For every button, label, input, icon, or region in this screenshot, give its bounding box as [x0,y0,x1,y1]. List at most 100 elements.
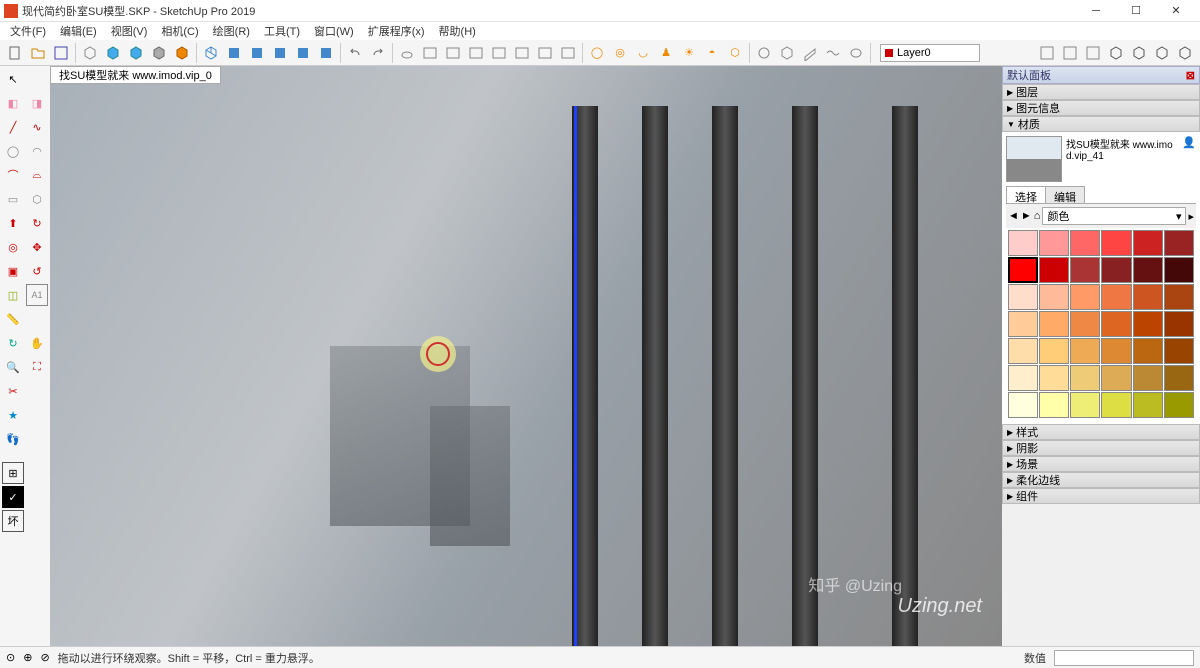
nav-fwd-icon[interactable]: ► [1021,210,1032,222]
color-swatch[interactable] [1101,338,1131,364]
open-icon[interactable] [27,42,49,64]
check-icon[interactable]: ✓ [2,486,24,508]
eraser2-tool-icon[interactable]: ◨ [26,92,48,114]
arc-icon[interactable]: ◡ [632,42,654,64]
color-swatch[interactable] [1101,284,1131,310]
pan-tool-icon[interactable]: ✋ [26,332,48,354]
blob-icon[interactable] [845,42,867,64]
left-icon[interactable] [315,42,337,64]
right-icon[interactable] [269,42,291,64]
color-swatch[interactable] [1133,311,1163,337]
ext5-icon[interactable] [1128,42,1150,64]
text-tool-icon[interactable]: A1 [26,284,48,306]
cube1-icon[interactable] [79,42,101,64]
material-menu-icon[interactable]: 👤 [1182,136,1196,149]
render7-icon[interactable] [557,42,579,64]
box-icon[interactable]: ⬡ [724,42,746,64]
color-swatch[interactable] [1070,230,1100,256]
color-swatch[interactable] [1008,338,1038,364]
render5-icon[interactable] [511,42,533,64]
menu-item[interactable]: 窗口(W) [308,22,360,40]
cube2-icon[interactable] [102,42,124,64]
color-swatch[interactable] [1070,257,1100,283]
viewport[interactable]: 找SU模型就来 www.imod.vip_0 知乎 @Uzing Uzing.n… [50,66,1002,646]
status-icon1[interactable]: ⊙ [6,651,15,664]
ext6-icon[interactable] [1151,42,1173,64]
tape-tool-icon[interactable]: 📏 [2,308,24,330]
offset-tool-icon[interactable]: ◎ [2,236,24,258]
line-tool-icon[interactable]: ╱ [2,116,24,138]
circle-icon[interactable]: ◯ [586,42,608,64]
render4-icon[interactable] [488,42,510,64]
rotate-tool-icon[interactable]: ↺ [26,260,48,282]
freehand-tool-icon[interactable]: ∿ [26,116,48,138]
ext7-icon[interactable] [1174,42,1196,64]
arc-tool-icon[interactable]: ◠ [26,140,48,162]
status-icon3[interactable]: ⊘ [40,651,49,664]
color-swatch[interactable] [1133,392,1163,418]
section-scenes[interactable]: ▶场景 [1002,456,1200,472]
paint-tool-icon[interactable]: ▣ [2,260,24,282]
render2-icon[interactable] [442,42,464,64]
undo-icon[interactable] [344,42,366,64]
walk-tool-icon[interactable]: 👣 [2,428,24,450]
color-swatch[interactable] [1008,257,1038,283]
new-icon[interactable] [4,42,26,64]
section-shadows[interactable]: ▶阴影 [1002,440,1200,456]
section-layers[interactable]: ▶图层 [1002,84,1200,100]
menu-item[interactable]: 视图(V) [105,22,154,40]
wave-icon[interactable] [822,42,844,64]
front-icon[interactable] [246,42,268,64]
color-swatch[interactable] [1101,257,1131,283]
top-icon[interactable] [223,42,245,64]
move-tool-icon[interactable]: ✥ [26,236,48,258]
color-swatch[interactable] [1101,311,1131,337]
dim-tool-icon[interactable]: ★ [2,404,24,426]
color-swatch[interactable] [1164,392,1194,418]
nav-home-icon[interactable]: ⌂ [1034,210,1041,222]
box3d-icon[interactable] [776,42,798,64]
arc3-tool-icon[interactable]: ⌓ [26,164,48,186]
select-tool-icon[interactable]: ↖ [2,68,24,90]
color-swatch[interactable] [1164,338,1194,364]
color-swatch[interactable] [1070,365,1100,391]
section-soften[interactable]: ▶柔化边线 [1002,472,1200,488]
color-swatch[interactable] [1164,365,1194,391]
menu-item[interactable]: 文件(F) [4,22,52,40]
color-swatch[interactable] [1101,365,1131,391]
color-swatch[interactable] [1101,392,1131,418]
target-icon[interactable]: ◎ [609,42,631,64]
sun-icon[interactable]: ☀ [678,42,700,64]
color-swatch[interactable] [1008,392,1038,418]
color-swatch[interactable] [1039,257,1069,283]
color-swatch[interactable] [1070,392,1100,418]
ext4-icon[interactable] [1105,42,1127,64]
material-thumbnail[interactable] [1006,136,1062,182]
menu-item[interactable]: 相机(C) [155,22,204,40]
zoom-tool-icon[interactable]: 🔍 [2,356,24,378]
color-swatch[interactable] [1164,284,1194,310]
cube4-icon[interactable] [148,42,170,64]
viewport-tab[interactable]: 找SU模型就来 www.imod.vip_0 [50,66,221,84]
vcr-input[interactable] [1054,650,1194,666]
color-swatch[interactable] [1101,230,1131,256]
layer-select[interactable]: Layer0 [880,44,980,62]
menu-item[interactable]: 扩展程序(x) [362,22,431,40]
color-swatch[interactable] [1133,230,1163,256]
color-swatch[interactable] [1039,230,1069,256]
zoom-ext-tool-icon[interactable]: ⛶ [26,356,48,378]
menu-item[interactable]: 绘图(R) [207,22,256,40]
color-swatch[interactable] [1133,257,1163,283]
bad-icon[interactable]: 坏 [2,510,24,532]
color-swatch[interactable] [1008,284,1038,310]
menu-item[interactable]: 工具(T) [258,22,306,40]
status-icon2[interactable]: ⊕ [23,651,32,664]
plane-icon[interactable] [799,42,821,64]
color-swatch[interactable] [1164,230,1194,256]
rect-tool-icon[interactable]: ▭ [2,188,24,210]
sphere-icon[interactable] [753,42,775,64]
section-entity-info[interactable]: ▶图元信息 [1002,100,1200,116]
color-swatch[interactable] [1039,338,1069,364]
iso-icon[interactable] [200,42,222,64]
cube3-icon[interactable] [125,42,147,64]
